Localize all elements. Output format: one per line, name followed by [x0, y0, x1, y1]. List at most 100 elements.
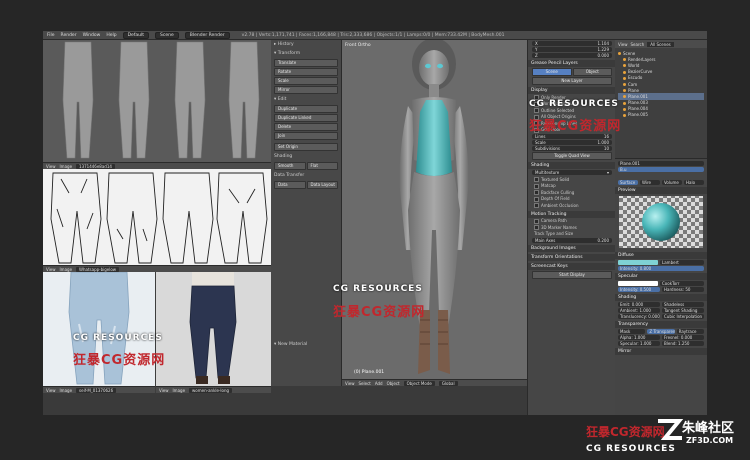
cubic-interpolation-checkbox[interactable]: Cubic Interpolation — [662, 314, 704, 319]
alpha-field[interactable]: Alpha: 1.000 — [618, 335, 660, 340]
mirror-button[interactable]: Mirror — [274, 86, 338, 94]
emit-field[interactable]: Emit: 0.000 — [618, 302, 660, 307]
reference-image-line-drawing[interactable] — [43, 169, 271, 265]
field-y[interactable]: Y 1.229 — [532, 47, 612, 52]
add-menu[interactable]: Add — [375, 381, 383, 386]
delete-button[interactable]: Delete — [274, 123, 338, 131]
wire-tab[interactable]: Wire — [640, 180, 660, 185]
specular-shader-select[interactable]: CookTorr — [660, 281, 704, 286]
outliner-scope-select[interactable]: All Scenes — [647, 41, 674, 47]
flat-button[interactable]: Flat — [306, 162, 338, 170]
3d-viewport[interactable]: Front Ortho (0) Plane.001 View Select Ad… — [342, 40, 527, 386]
select-menu[interactable]: Select — [359, 381, 371, 386]
data-button[interactable]: Data — [274, 181, 306, 189]
set-origin-button[interactable]: Set Origin — [274, 143, 338, 151]
object-name-field[interactable]: Plane.001 — [618, 161, 704, 166]
object-menu[interactable]: Object — [387, 381, 400, 386]
ambient-occlusion-checkbox[interactable]: Ambient Occlusion — [528, 202, 616, 209]
diffuse-shader-select[interactable]: Lambert — [660, 260, 704, 265]
raytrace-mode[interactable]: Raytrace — [676, 329, 704, 334]
view-menu[interactable]: View — [46, 388, 56, 393]
transparency-header[interactable]: Transparency — [615, 321, 707, 328]
grease-pencil-header[interactable]: Grease Pencil Layers — [528, 60, 616, 67]
specular-color-swatch[interactable] — [618, 281, 658, 286]
mirror-header[interactable]: Mirror — [615, 348, 707, 355]
reference-photo-dark-jeans[interactable] — [156, 272, 271, 386]
smooth-button[interactable]: Smooth — [274, 162, 306, 170]
grid-scale-field[interactable]: Scale 1.000 — [532, 140, 612, 145]
image-menu[interactable]: Image — [173, 388, 186, 393]
image-menu[interactable]: Image — [60, 388, 73, 393]
view-menu[interactable]: View — [46, 267, 56, 272]
reference-photo-light-jeans[interactable] — [43, 272, 155, 386]
transform-orientations-header[interactable]: Transform Orientations — [528, 253, 616, 261]
diffuse-color-swatch[interactable] — [618, 260, 658, 265]
menu-render[interactable]: Render — [61, 33, 77, 38]
orientation-select[interactable]: Global — [438, 380, 458, 386]
tool-section-history[interactable]: ▸ History — [271, 40, 341, 49]
tool-section-transform[interactable]: ▾ Transform — [271, 49, 341, 58]
shading-header[interactable]: Shading — [528, 162, 616, 169]
ambient-field[interactable]: Ambient: 1.000 — [618, 308, 660, 313]
object-tab[interactable]: Object — [572, 68, 612, 76]
hardness-field[interactable]: Hardness: 50 — [662, 287, 704, 292]
outliner-search-menu[interactable]: Search — [631, 42, 645, 47]
tangent-shading-checkbox[interactable]: Tangent Shading — [662, 308, 704, 313]
translate-button[interactable]: Translate — [274, 59, 338, 67]
motion-tracking-header[interactable]: Motion Tracking — [528, 210, 616, 218]
rotate-button[interactable]: Rotate — [274, 68, 338, 76]
preview-header[interactable]: Preview — [615, 187, 707, 194]
new-layer-button[interactable]: New Layer — [532, 77, 612, 85]
render-engine-select[interactable]: Blender Render — [184, 31, 230, 39]
menu-help[interactable]: Help — [106, 33, 116, 38]
duplicate-button[interactable]: Duplicate — [274, 105, 338, 113]
background-images-header[interactable]: Background Images — [528, 244, 616, 252]
specular-header[interactable]: Specular — [615, 273, 707, 280]
shadeless-checkbox[interactable]: Shadeless — [662, 302, 704, 307]
start-display-button[interactable]: Start Display — [532, 270, 612, 279]
field-x[interactable]: X 1.104 — [532, 41, 612, 46]
diffuse-intensity-field[interactable]: Intensity: 0.800 — [618, 266, 704, 271]
display-header[interactable]: Display — [528, 87, 616, 94]
material-slot-selected[interactable]: B.u — [618, 167, 704, 172]
halo-tab[interactable]: Halo — [684, 180, 704, 185]
grid-lines-field[interactable]: Lines 16 — [532, 134, 612, 139]
outliner-item[interactable]: Plane.005 — [618, 112, 704, 118]
fresnel-field[interactable]: Fresnel: 0.000 — [662, 335, 704, 340]
volume-tab[interactable]: Volume — [662, 180, 682, 185]
image-name-field[interactable]: 1371446e8ad14 — [76, 163, 115, 169]
data-layout-button[interactable]: Data Layout — [306, 181, 338, 189]
new-material-section[interactable]: ▾ New Material — [271, 340, 310, 349]
transp-specular-field[interactable]: Specular: 1.000 — [618, 341, 660, 346]
translucency-field[interactable]: Translucency: 0.000 — [618, 314, 660, 319]
image-name-field[interactable]: Whatsapp-bigelow — [76, 266, 120, 272]
scene-select[interactable]: Scene — [155, 31, 179, 39]
layout-select[interactable]: Default — [122, 31, 150, 39]
screencast-keys-header[interactable]: Screencast Keys — [528, 262, 616, 270]
blend-field[interactable]: Blend: 1.250 — [662, 341, 704, 346]
view-menu[interactable]: View — [345, 381, 355, 386]
tool-section-edit[interactable]: ▾ Edit — [271, 95, 341, 104]
mode-select[interactable]: Object Mode — [403, 380, 435, 386]
z-transparency-mode[interactable]: Z Transparency — [647, 329, 675, 334]
shading-mode-select[interactable]: Multitexture ▾ — [532, 170, 612, 175]
mask-mode[interactable]: Mask — [618, 329, 646, 334]
image-menu[interactable]: Image — [60, 267, 73, 272]
menu-file[interactable]: File — [47, 33, 55, 38]
diffuse-header[interactable]: Diffuse — [615, 252, 707, 259]
scale-button[interactable]: Scale — [274, 77, 338, 85]
field-z[interactable]: Z 0.000 — [532, 53, 612, 58]
specular-intensity-field[interactable]: Intensity: 0.500 — [618, 287, 660, 292]
menu-window[interactable]: Window — [83, 33, 101, 38]
image-name-field[interactable]: women-ankle-long — [189, 387, 233, 393]
image-menu[interactable]: Image — [60, 164, 73, 169]
toggle-quad-view-button[interactable]: Toggle Quad View — [532, 152, 612, 160]
image-name-field[interactable]: seif-M_01370626 — [76, 387, 117, 393]
view-menu[interactable]: View — [159, 388, 169, 393]
outliner-view-menu[interactable]: View — [618, 42, 628, 47]
reference-image-3d-jeans[interactable] — [43, 40, 271, 162]
surface-tab[interactable]: Surface — [618, 180, 638, 185]
duplicate-linked-button[interactable]: Duplicate Linked — [274, 114, 338, 122]
main-axes-field[interactable]: Main Axes 0.200 — [532, 237, 612, 243]
join-button[interactable]: Join — [274, 132, 338, 140]
